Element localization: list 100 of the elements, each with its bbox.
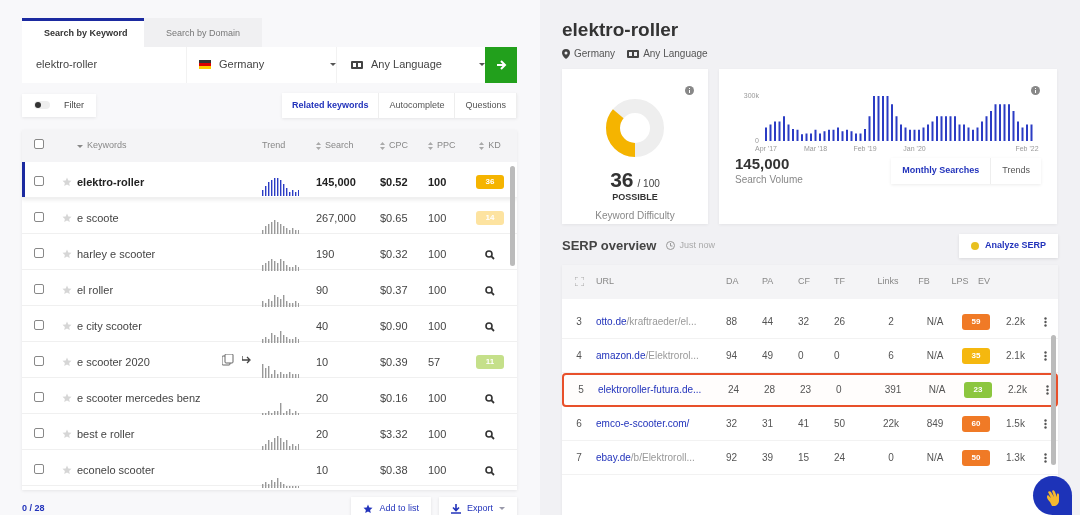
column-header[interactable]: Keywords: [87, 139, 127, 153]
url-link[interactable]: otto.de/kraftraeder/el...: [596, 315, 697, 327]
scrollbar[interactable]: [510, 166, 515, 266]
chart-bar[interactable]: [814, 129, 817, 141]
keyword-text[interactable]: e city scooter: [77, 320, 142, 332]
keyword-text[interactable]: el roller: [77, 284, 114, 296]
mode-tab[interactable]: Autocomplete: [379, 92, 456, 118]
row-checkbox[interactable]: [34, 248, 44, 258]
chart-bar[interactable]: [850, 131, 853, 141]
column-header[interactable]: PPC: [437, 139, 456, 153]
search-icon[interactable]: [485, 250, 495, 261]
chart-bar[interactable]: [868, 116, 871, 141]
info-icon[interactable]: [685, 86, 694, 95]
column-header[interactable]: CPC: [389, 139, 408, 153]
search-field[interactable]: elektro-roller: [34, 55, 174, 74]
copy-icon[interactable]: [222, 354, 234, 366]
chart-bar[interactable]: [841, 131, 844, 141]
chart-bar[interactable]: [940, 116, 943, 141]
keyword-text[interactable]: e scooter 2020: [77, 356, 150, 368]
sort-icon[interactable]: [428, 142, 433, 150]
search-tab[interactable]: Search by Keyword: [22, 18, 144, 47]
more-icon[interactable]: [1046, 385, 1049, 396]
star-icon[interactable]: [62, 321, 72, 332]
chart-bar[interactable]: [796, 129, 799, 141]
keyword-row[interactable]: el roller 90 $0.37 100: [22, 270, 517, 306]
serp-row[interactable]: 5 elektroroller-futura.de... 24 28 23 0 391 N/A 23 2.2k: [562, 372, 1058, 407]
filter-toggle[interactable]: [34, 101, 50, 110]
more-icon[interactable]: [1044, 452, 1047, 463]
row-checkbox[interactable]: [34, 392, 44, 402]
star-icon[interactable]: [62, 393, 72, 404]
keyword-text[interactable]: e scoote: [77, 212, 119, 224]
star-icon[interactable]: [62, 429, 72, 440]
row-checkbox[interactable]: [34, 284, 44, 294]
keyword-row[interactable]: e scooter mercedes benz 20 $0.16 100: [22, 378, 517, 414]
star-icon[interactable]: [62, 357, 72, 368]
keyword-row[interactable]: e city scooter 40 $0.90 100: [22, 306, 517, 342]
chart-bar[interactable]: [994, 104, 997, 141]
keyword-row[interactable]: e scooter 2020 10 $0.39 57 11: [22, 342, 517, 378]
keyword-text[interactable]: best e roller: [77, 428, 135, 440]
star-icon[interactable]: [62, 285, 72, 296]
keyword-row[interactable]: econelo scooter 10 $0.38 100: [22, 450, 517, 486]
more-icon[interactable]: [1044, 418, 1047, 429]
view-tab[interactable]: Trends: [991, 158, 1041, 184]
redirect-icon[interactable]: [242, 354, 251, 364]
row-checkbox[interactable]: [34, 428, 44, 438]
url-link[interactable]: ebay.de/b/Elektroroll...: [596, 451, 695, 463]
caret-icon[interactable]: [479, 63, 485, 66]
url-link[interactable]: amazon.de/Elektrorol...: [596, 349, 699, 361]
search-icon[interactable]: [485, 394, 495, 405]
chart-bar[interactable]: [877, 96, 880, 141]
scrollbar[interactable]: [1051, 334, 1056, 465]
chart-bar[interactable]: [958, 124, 961, 141]
sort-icon[interactable]: [479, 142, 485, 150]
row-checkbox[interactable]: [34, 176, 44, 186]
chart-bar[interactable]: [913, 129, 916, 141]
chart-bar[interactable]: [1003, 104, 1006, 141]
chart-bar[interactable]: [823, 131, 826, 141]
chart-bar[interactable]: [949, 116, 952, 141]
search-tab[interactable]: Search by Domain: [144, 18, 263, 47]
row-checkbox[interactable]: [34, 320, 44, 330]
search-icon[interactable]: [485, 466, 495, 477]
chart-bar[interactable]: [1030, 124, 1033, 141]
row-checkbox[interactable]: [34, 212, 44, 222]
keyword-text[interactable]: econelo scooter: [77, 464, 155, 476]
more-icon[interactable]: [1044, 316, 1047, 327]
chart-bar[interactable]: [769, 124, 772, 141]
language-select[interactable]: Any Language: [371, 56, 471, 73]
chart-bar[interactable]: [967, 127, 970, 141]
chart-bar[interactable]: [1012, 111, 1015, 141]
search-button[interactable]: [485, 46, 517, 83]
sort-icon[interactable]: [380, 142, 385, 150]
mode-tab[interactable]: Related keywords: [281, 92, 380, 118]
country-select[interactable]: Germany: [219, 56, 322, 73]
chart-bar[interactable]: [985, 116, 988, 141]
select-all-checkbox[interactable]: [34, 138, 44, 149]
chart-bar[interactable]: [859, 133, 862, 141]
chart-bar[interactable]: [787, 124, 790, 141]
serp-row[interactable]: 3 otto.de/kraftraeder/el... 88 44 32 26 2 N/A 59 2.2k: [562, 304, 1058, 339]
search-icon[interactable]: [485, 430, 495, 441]
chart-bar[interactable]: [976, 127, 979, 141]
star-icon[interactable]: [62, 249, 72, 260]
search-icon[interactable]: [485, 286, 495, 297]
url-link[interactable]: emco-e-scooter.com/: [596, 417, 690, 429]
sort-icon[interactable]: [316, 142, 321, 150]
star-icon[interactable]: [62, 213, 72, 224]
analyze-serp-button[interactable]: Analyze SERP: [958, 234, 1058, 258]
keyword-text[interactable]: elektro-roller: [77, 176, 145, 188]
caret-icon[interactable]: [330, 63, 336, 66]
chart-bar[interactable]: [805, 133, 808, 141]
keyword-text[interactable]: e scooter mercedes benz: [77, 392, 201, 404]
sort-icon[interactable]: [77, 144, 83, 148]
chart-bar[interactable]: [931, 121, 934, 141]
keyword-row[interactable]: best e roller 20 $3.32 100: [22, 414, 517, 450]
row-checkbox[interactable]: [34, 356, 44, 366]
chart-bar[interactable]: [904, 127, 907, 141]
chart-bar[interactable]: [1021, 127, 1024, 141]
chart-bar[interactable]: [922, 127, 925, 141]
chart-bar[interactable]: [895, 116, 898, 141]
chart-bar[interactable]: [778, 121, 781, 141]
chart-bar[interactable]: [832, 129, 835, 141]
